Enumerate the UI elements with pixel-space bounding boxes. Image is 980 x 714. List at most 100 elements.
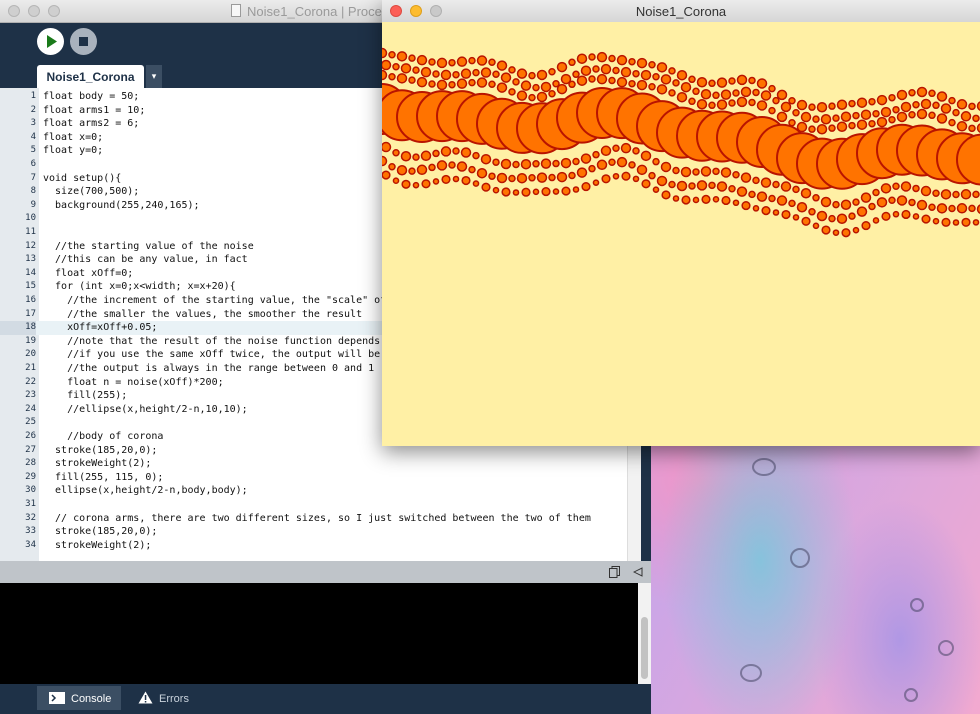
minimize-window-button[interactable] xyxy=(28,5,40,17)
corona-arm-dot xyxy=(620,142,632,154)
console-tab[interactable]: Console xyxy=(37,686,121,710)
corona-arm-dot xyxy=(536,91,548,103)
code-line[interactable]: 34 strokeWeight(2); xyxy=(0,539,627,553)
line-number: 5 xyxy=(30,145,36,156)
run-button[interactable] xyxy=(37,28,64,55)
corona-arm-dot xyxy=(492,158,500,166)
corona-arm-dot xyxy=(388,73,396,81)
corona-arm-dot xyxy=(488,80,496,88)
corona-arm-dot xyxy=(700,166,712,177)
wallpaper-bubble xyxy=(910,598,924,612)
corona-arm-dot xyxy=(552,188,560,195)
console-scrollbar[interactable] xyxy=(638,583,651,684)
line-number: 25 xyxy=(25,417,36,428)
corona-arm-dot xyxy=(588,164,596,173)
corona-arm-dot xyxy=(792,185,800,194)
code-line[interactable]: 28 strokeWeight(2); xyxy=(0,457,627,471)
corona-arm-dot xyxy=(596,159,608,171)
corona-arm-dot xyxy=(801,216,811,226)
corona-arm-dot xyxy=(856,119,868,130)
line-number: 2 xyxy=(30,104,36,115)
corona-arm-dot xyxy=(472,68,480,77)
copy-icon[interactable] xyxy=(609,566,620,578)
corona-arm-dot xyxy=(948,96,956,105)
code-line[interactable]: 33 stroke(185,20,0); xyxy=(0,525,627,539)
corona-arm-dot xyxy=(436,79,448,91)
corona-arm-dot xyxy=(872,188,880,197)
corona-arm-dot xyxy=(760,90,772,101)
corona-arm-dot xyxy=(632,147,640,155)
corona-arm-dot xyxy=(921,214,931,224)
corona-arm-dot xyxy=(841,228,851,238)
corona-arm-dot xyxy=(781,209,791,220)
line-number: 33 xyxy=(25,526,36,537)
corona-arm-dot xyxy=(940,189,952,200)
corona-arm-dot xyxy=(648,83,656,91)
corona-arm-dot xyxy=(761,206,771,216)
wallpaper-bubble xyxy=(938,640,954,656)
code-line[interactable]: 29 fill(255, 115, 0); xyxy=(0,471,627,485)
corona-arm-dot xyxy=(752,88,760,97)
collapse-icon[interactable] xyxy=(633,567,643,577)
errors-tab-label: Errors xyxy=(159,693,189,705)
code-text: stroke(185,20,0); xyxy=(43,444,158,456)
corona-arm-dot xyxy=(840,111,852,122)
play-icon xyxy=(47,35,57,48)
corona-arm-dot xyxy=(448,58,456,67)
corona-arm-dot xyxy=(572,186,580,193)
corona-arm-dot xyxy=(592,150,600,159)
zoom-window-button[interactable] xyxy=(48,5,60,17)
line-number: 16 xyxy=(25,295,36,305)
corona-arm-dot xyxy=(456,78,468,89)
stop-icon xyxy=(79,37,88,46)
corona-arm-dot xyxy=(382,47,388,59)
corona-arm-dot xyxy=(752,205,760,212)
corona-arm-dot xyxy=(956,99,968,110)
corona-arm-dot xyxy=(732,89,740,97)
corona-arm-dot xyxy=(876,94,888,106)
corona-arm-dot xyxy=(912,100,920,109)
corona-arm-dot xyxy=(441,174,451,184)
stop-button[interactable] xyxy=(70,28,97,55)
corona-arm-dot xyxy=(716,181,728,192)
corona-arm-dot xyxy=(481,182,491,192)
tab-menu-button[interactable]: ▾ xyxy=(146,65,162,88)
corona-arm-dot xyxy=(532,188,540,196)
corona-arm-dot xyxy=(856,97,868,108)
corona-arm-dot xyxy=(712,196,720,203)
line-number: 24 xyxy=(25,403,36,414)
corona-arm-dot xyxy=(692,87,700,96)
corona-arm-dot xyxy=(916,108,928,120)
corona-arm-dot xyxy=(408,54,416,62)
line-number: 19 xyxy=(25,335,36,346)
corona-arm-dot xyxy=(500,158,512,170)
code-text: float y=0; xyxy=(43,145,104,157)
corona-arm-dot xyxy=(652,186,660,193)
errors-tab[interactable]: Errors xyxy=(130,686,200,710)
corona-arm-dot xyxy=(512,78,520,86)
code-line[interactable]: 30 ellipse(x,height/2-n,body,body); xyxy=(0,484,627,498)
close-window-button[interactable] xyxy=(8,5,20,17)
corona-arm-dot xyxy=(908,198,916,207)
code-text: //the output is always in the range betw… xyxy=(43,363,375,374)
corona-arm-dot xyxy=(576,167,588,178)
corona-arm-dot xyxy=(540,81,552,93)
line-number: 13 xyxy=(25,254,36,265)
console-output[interactable] xyxy=(0,583,638,684)
console-scroll-thumb[interactable] xyxy=(641,617,648,679)
corona-arm-dot xyxy=(776,195,788,206)
code-line[interactable]: 32 // corona arms, there are two differe… xyxy=(0,512,627,526)
corona-arm-dot xyxy=(452,175,460,183)
corona-arm-dot xyxy=(960,111,972,122)
sketch-titlebar[interactable]: Noise1_Corona xyxy=(382,0,980,23)
corona-arm-dot xyxy=(772,180,780,189)
code-line[interactable]: 31 xyxy=(0,498,627,512)
corona-arm-dot xyxy=(588,53,596,61)
code-text: background(255,240,165); xyxy=(43,199,200,211)
code-text: float arms1 = 10; xyxy=(43,104,146,116)
corona-arm-dot xyxy=(852,226,860,234)
corona-arm-dot xyxy=(612,172,620,180)
corona-arm-dot xyxy=(816,102,828,113)
tab-noise1-corona[interactable]: Noise1_Corona xyxy=(37,65,144,88)
corona-arm-dot xyxy=(952,108,960,117)
